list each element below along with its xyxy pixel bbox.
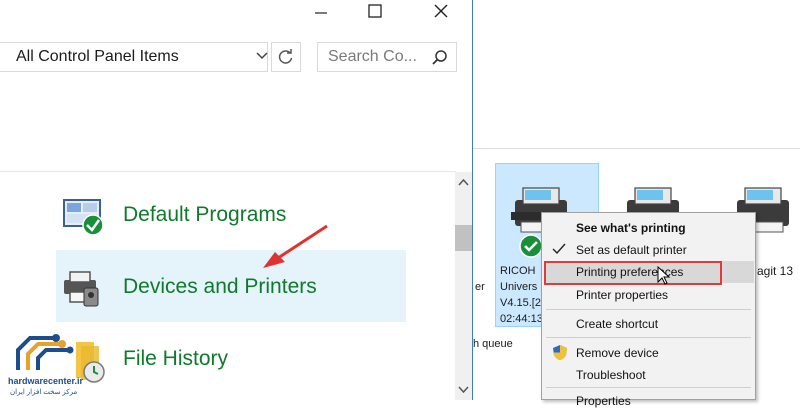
menu-item-properties[interactable]: Properties	[576, 394, 631, 408]
default-check-icon	[519, 234, 543, 258]
file-history-link[interactable]: File History	[123, 347, 228, 371]
close-icon	[434, 4, 448, 18]
mouse-cursor-icon	[657, 266, 671, 285]
menu-separator	[546, 387, 751, 388]
menu-item-see-printing[interactable]: See what's printing	[576, 221, 686, 235]
printer-name-line3: V4.15.[2	[500, 297, 541, 309]
printer-name-line2: Univers	[500, 281, 538, 293]
check-icon	[552, 243, 566, 255]
menu-item-troubleshoot[interactable]: Troubleshoot	[576, 368, 646, 382]
close-button[interactable]	[418, 0, 464, 22]
scrollbar-thumb[interactable]	[455, 225, 472, 251]
refresh-button[interactable]	[271, 42, 301, 72]
hardwarecenter-logo	[16, 334, 74, 370]
printer-name-line4: 02:44:13	[500, 313, 543, 325]
menu-item-set-default[interactable]: Set as default printer	[576, 243, 687, 257]
minimize-button[interactable]	[298, 0, 344, 22]
watermark-site: hardwarecenter.ir	[8, 376, 84, 386]
search-placeholder: Search Co...	[328, 48, 417, 65]
annotation-highlight-box	[544, 261, 722, 285]
scroll-down-icon[interactable]	[458, 386, 469, 394]
menu-separator	[546, 337, 751, 338]
devices-printers-icon	[62, 268, 102, 313]
divider	[0, 171, 456, 172]
header-divider	[473, 148, 800, 149]
shield-icon	[553, 345, 567, 360]
context-menu: See what's printing Set as default print…	[541, 212, 756, 408]
menu-item-create-shortcut[interactable]: Create shortcut	[576, 317, 658, 331]
address-text: All Control Panel Items	[16, 48, 179, 65]
annotation-arrow	[263, 224, 328, 268]
queue-link[interactable]: h queue	[473, 336, 513, 352]
menu-separator	[546, 309, 751, 310]
printer-name-partial: agit 13	[757, 264, 794, 278]
scrollbar[interactable]	[455, 172, 472, 400]
refresh-icon	[278, 49, 293, 64]
menu-item-printer-properties[interactable]: Printer properties	[576, 288, 668, 302]
maximize-icon	[368, 4, 382, 18]
scroll-up-icon[interactable]	[458, 178, 469, 186]
maximize-button[interactable]	[352, 0, 398, 22]
chevron-down-icon[interactable]	[256, 51, 268, 61]
watermark-tagline: مرکز سخت افزار ایران	[10, 389, 78, 396]
devices-printers-link[interactable]: Devices and Printers	[123, 275, 317, 299]
minimize-icon	[315, 12, 327, 14]
search-icon[interactable]	[432, 50, 448, 66]
menu-item-remove-device[interactable]: Remove device	[576, 346, 659, 360]
control-panel-window: All Control Panel Items Search Co... Def…	[0, 0, 472, 400]
partial-label-left: er	[475, 281, 485, 293]
default-programs-icon	[62, 198, 106, 243]
printer-name-line1: RICOH	[500, 265, 536, 277]
